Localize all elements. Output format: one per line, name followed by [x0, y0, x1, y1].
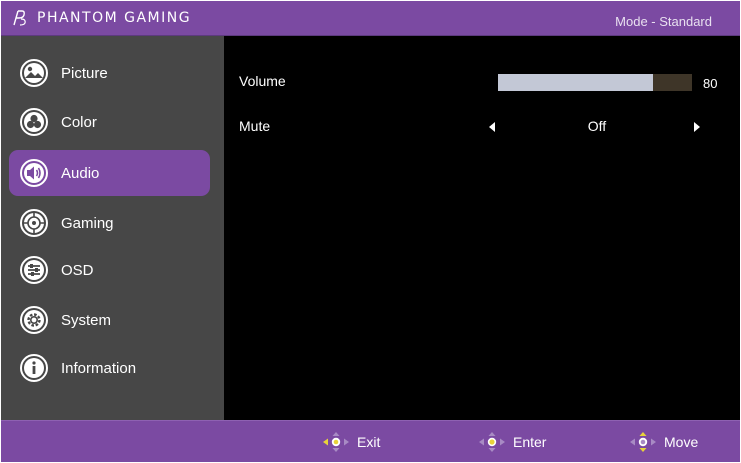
system-icon: [20, 306, 48, 334]
brand-name: PHANTOM GAMING: [37, 10, 192, 26]
joystick-enter-icon: [479, 432, 505, 452]
sidebar: Picture Color Audio Gaming OSD System In…: [1, 36, 224, 420]
sidebar-item-color[interactable]: Color: [9, 99, 210, 145]
exit-label: Exit: [357, 434, 381, 450]
sidebar-item-label: OSD: [61, 261, 94, 279]
move-label: Move: [664, 434, 699, 450]
sidebar-item-label: Color: [61, 113, 97, 131]
sidebar-item-audio[interactable]: Audio: [9, 150, 210, 196]
volume-slider-fill: [498, 74, 654, 91]
brand: PHANTOM GAMING: [11, 9, 191, 27]
sidebar-item-system[interactable]: System: [9, 297, 210, 343]
joystick-exit-icon: [323, 432, 349, 452]
osd-window: PHANTOM GAMING Mode - Standard Picture C…: [1, 1, 740, 462]
mode-indicator: Mode - Standard: [615, 14, 712, 29]
gaming-icon: [20, 209, 48, 237]
osd-icon: [20, 256, 48, 284]
sidebar-item-label: System: [61, 311, 112, 329]
sidebar-item-information[interactable]: Information: [9, 345, 210, 391]
audio-icon: [20, 159, 48, 187]
sidebar-item-label: Audio: [61, 164, 100, 182]
footer-bar: Exit Enter Move: [1, 420, 740, 462]
mute-right-arrow-icon[interactable]: [693, 121, 701, 133]
joystick-move-icon: [630, 432, 656, 452]
enter-label: Enter: [513, 434, 547, 450]
volume-label: Volume: [239, 73, 286, 89]
sidebar-item-gaming[interactable]: Gaming: [9, 200, 210, 246]
mute-left-arrow-icon[interactable]: [488, 121, 496, 133]
phantom-gaming-logo-icon: [13, 10, 26, 26]
mute-label: Mute: [239, 118, 271, 134]
exit-hint[interactable]: Exit: [321, 431, 380, 453]
sidebar-item-picture[interactable]: Picture: [9, 50, 210, 96]
information-icon: [20, 354, 48, 382]
audio-panel: Volume 80 Mute Off: [224, 36, 740, 420]
enter-hint[interactable]: Enter: [477, 431, 546, 453]
sidebar-item-label: Information: [61, 359, 137, 377]
move-hint[interactable]: Move: [628, 431, 698, 453]
mute-value[interactable]: Off: [567, 118, 627, 134]
color-icon: [20, 108, 48, 136]
volume-slider[interactable]: [498, 74, 692, 91]
header-bar: PHANTOM GAMING Mode - Standard: [1, 1, 740, 36]
sidebar-item-label: Picture: [61, 64, 108, 82]
volume-value: 80: [703, 76, 718, 91]
picture-icon: [20, 59, 48, 87]
sidebar-item-osd[interactable]: OSD: [9, 247, 210, 293]
sidebar-item-label: Gaming: [61, 214, 114, 232]
